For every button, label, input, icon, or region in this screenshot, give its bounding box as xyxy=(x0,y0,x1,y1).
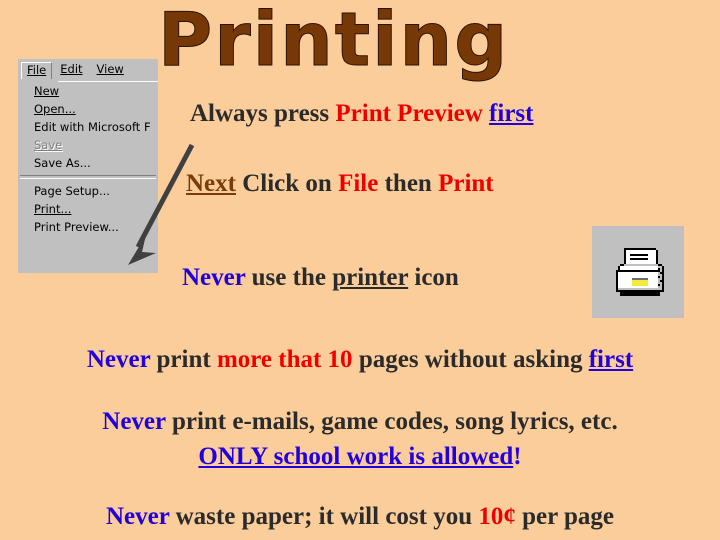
text-never-3: Never xyxy=(102,408,166,435)
menu-item-save-as-label: Save As... xyxy=(34,156,91,170)
text-icon: icon xyxy=(408,264,459,291)
text-print-emails: print e-mails, game codes, song lyrics, … xyxy=(165,408,618,435)
menu-item-page-setup-label: Page Setup... xyxy=(34,184,110,198)
text-pages-without-asking: pages without asking xyxy=(352,346,589,373)
menubar: File Edit View xyxy=(18,59,158,81)
text-more-that-10: more that 10 xyxy=(216,346,353,373)
menubar-item-file-label: File xyxy=(27,62,47,77)
text-line-emails: Never print e-mails, game codes, song ly… xyxy=(0,408,720,436)
menu-item-page-setup[interactable]: Page Setup... xyxy=(18,182,158,200)
text-next: Next xyxy=(186,170,236,197)
menubar-item-edit[interactable]: Edit xyxy=(54,61,88,79)
text-line-always: Always press Print Preview first xyxy=(190,100,533,128)
text-print: Print xyxy=(438,170,494,197)
text-then: then xyxy=(378,170,439,197)
page-title: Printing xyxy=(158,0,510,83)
menu-item-print-preview-label: Print Preview... xyxy=(34,220,119,234)
menubar-item-view[interactable]: View xyxy=(91,61,130,79)
text-first-2: first xyxy=(588,346,634,373)
printer-icon xyxy=(616,248,664,296)
text-always-press: Always press xyxy=(190,100,336,127)
text-per-page: per page xyxy=(515,503,615,530)
menu-item-new-label: New xyxy=(34,84,60,98)
menu-item-edit-with-microsoft-label: Edit with Microsoft F xyxy=(34,120,151,134)
menu-item-save: Save xyxy=(18,136,158,154)
menu-item-edit-with-microsoft[interactable]: Edit with Microsoft F xyxy=(18,118,158,136)
text-use-the: use the xyxy=(245,264,333,291)
text-line-pages: Never print more that 10 pages without a… xyxy=(0,346,720,374)
menubar-item-file[interactable]: File xyxy=(21,61,53,79)
printer-icon-box xyxy=(592,226,684,318)
text-never-4: Never xyxy=(105,503,170,530)
text-cost-amount: 10¢ xyxy=(478,503,516,530)
text-never-1: Never xyxy=(182,264,246,291)
text-only-school-work: ONLY school work is allowed xyxy=(198,443,514,470)
menu-item-open[interactable]: Open... xyxy=(18,100,158,118)
menu-separator xyxy=(20,175,156,179)
text-first-1: first xyxy=(489,100,534,127)
text-never-2: Never xyxy=(86,346,151,373)
menubar-item-view-label: View xyxy=(96,62,124,76)
menu-item-print-preview[interactable]: Print Preview... xyxy=(18,218,158,236)
slide-canvas: Printing File Edit View New Open... Edit… xyxy=(0,0,720,540)
text-line-waste: Never waste paper; it will cost you 10¢ … xyxy=(0,503,720,531)
menu-item-save-label: Save xyxy=(34,138,63,152)
file-dropdown-menu: New Open... Edit with Microsoft F Save S… xyxy=(18,82,158,273)
file-menu-window: File Edit View New Open... Edit with Mic… xyxy=(18,59,158,273)
menu-item-new[interactable]: New xyxy=(18,82,158,100)
menu-item-print[interactable]: Print... xyxy=(18,200,158,218)
text-exclamation: ! xyxy=(513,443,522,470)
text-line-only: ONLY school work is allowed! xyxy=(0,443,720,471)
text-line-never-icon: Never use the printer icon xyxy=(182,264,459,292)
menu-item-open-label: Open... xyxy=(34,102,76,116)
text-file: File xyxy=(338,170,379,197)
text-waste-paper: waste paper; it will cost you xyxy=(169,503,479,530)
text-printer: printer xyxy=(332,264,409,291)
text-click-on: Click on xyxy=(235,170,339,197)
text-line-next: Next Click on File then Print xyxy=(186,170,494,198)
text-print-preview: Print Preview xyxy=(335,100,490,127)
menu-item-save-as[interactable]: Save As... xyxy=(18,154,158,172)
text-print-2: print xyxy=(150,346,217,373)
menubar-item-edit-label: Edit xyxy=(60,62,83,76)
menu-item-print-label: Print... xyxy=(34,202,72,216)
